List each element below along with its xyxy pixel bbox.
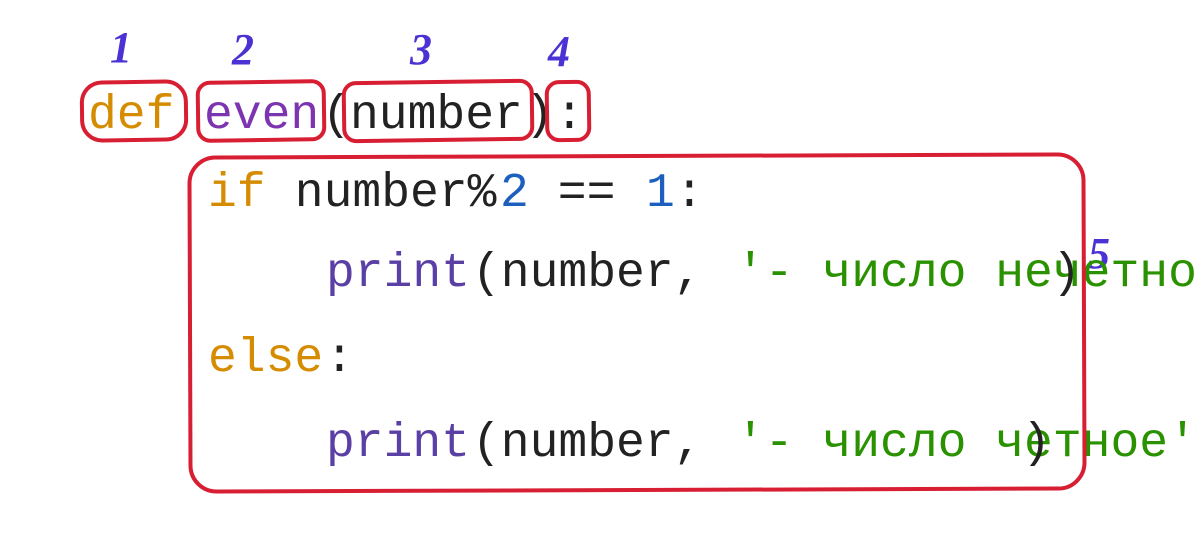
ring-colon <box>545 80 592 143</box>
ring-param <box>342 79 535 144</box>
annotated-code-diagram: 1 2 3 4 5 def even ( number ) : if numbe… <box>0 0 1200 549</box>
label-2: 2 <box>232 28 254 72</box>
label-1: 1 <box>110 26 132 70</box>
label-4: 4 <box>548 30 570 74</box>
ring-name <box>196 79 327 143</box>
label-3: 3 <box>410 28 432 72</box>
ring-def <box>80 79 189 143</box>
ring-body <box>187 152 1086 493</box>
